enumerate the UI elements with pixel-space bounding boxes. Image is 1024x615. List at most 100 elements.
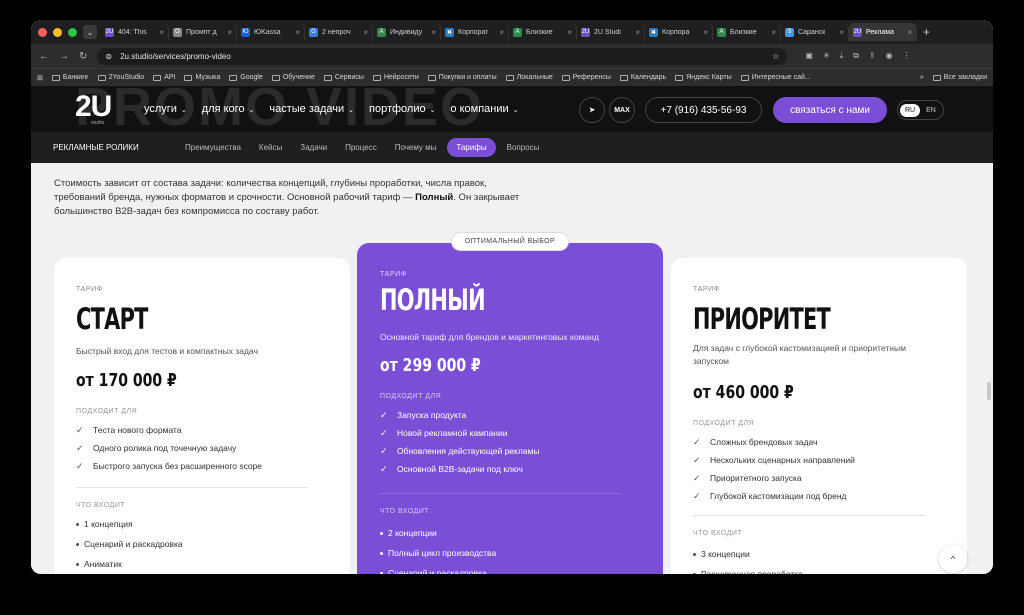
browser-tab[interactable]: A Близкие × [713,23,781,41]
bookmark-item[interactable]: Сервисы [323,74,364,81]
fits-for-label: ПОДХОДИТ ДЛЯ [380,393,442,400]
bookmark-item[interactable]: API [153,74,175,81]
browser-tab[interactable]: 2U 2U Studi × [577,23,645,41]
tab-search-icon[interactable]: ⌄ [83,25,97,39]
list-item-label: Запуска продукта [397,410,467,420]
browser-tab[interactable]: ✖ Корпора × [645,23,713,41]
close-tab-icon[interactable]: × [363,28,368,37]
apps-grid-icon[interactable]: ⊞ [37,74,43,82]
folder-icon [153,74,162,81]
list-item-label: Быстрого запуска без расширенного scope [93,461,263,471]
browser-tab[interactable]: 2U Реклама × [849,23,917,41]
section-nav-item[interactable]: Процесс [338,139,384,156]
close-tab-icon[interactable]: × [159,28,164,37]
more-bookmarks-icon[interactable]: » [920,74,924,81]
new-tab-icon[interactable]: + [917,25,930,39]
plan-price: от 170 000 ₽ [76,370,177,391]
menu-item[interactable]: портфолио ⌄ [369,103,435,115]
bookmark-item[interactable]: Музыка [184,74,220,81]
menu-item[interactable]: для кого ⌄ [202,103,255,115]
browser-tab[interactable]: O Промпт д × [169,23,237,41]
section-nav-item[interactable]: Задачи [293,139,334,156]
bullet-icon [380,531,383,535]
section-nav-item[interactable]: Почему мы [388,139,444,156]
zoom-window-button[interactable] [68,27,77,37]
download-icon[interactable]: ⤓ [840,51,844,61]
bookmark-item[interactable]: Банкинг [51,74,89,81]
bookmark-item[interactable]: Яндекс Карты [675,74,732,81]
browser-tab[interactable]: G 2 непроч × [305,23,373,41]
contact-us-button[interactable]: связаться с нами [773,97,887,123]
bookmark-item[interactable]: Google [229,74,263,81]
bookmark-item[interactable]: Календарь [619,74,666,81]
list-item-label: Сценарий и раскадровка [388,568,487,574]
extension-icon[interactable]: ▣ [805,51,813,61]
share-icon[interactable]: ⇪ [869,51,876,61]
back-icon[interactable]: ← [39,51,49,62]
menu-item-label: портфолио [369,103,426,115]
divider [76,487,308,488]
bookmark-item[interactable]: Интересные сай... [740,74,811,81]
close-tab-icon[interactable]: × [227,28,232,37]
close-tab-icon[interactable]: × [839,28,844,37]
tab-title: Корпорат [458,28,489,36]
telegram-icon[interactable]: ➤ [579,97,605,123]
section-nav-item[interactable]: Вопросы [500,139,547,156]
close-tab-icon[interactable]: × [567,28,572,37]
kebab-menu-icon[interactable]: ⋮ [903,51,911,61]
puzzle-icon[interactable]: ⧉ [853,51,859,61]
close-tab-icon[interactable]: × [295,28,300,37]
close-tab-icon[interactable]: × [771,28,776,37]
reload-icon[interactable]: ↻ [79,51,87,62]
menu-item[interactable]: о компании ⌄ [450,103,518,115]
folder-icon [271,74,280,81]
site-logo[interactable]: 2U [75,90,112,124]
menu-item[interactable]: услуги ⌄ [144,103,187,115]
max-messenger-button[interactable]: MAX [609,97,635,123]
close-tab-icon[interactable]: × [703,28,708,37]
close-tab-icon[interactable]: × [499,28,504,37]
pricing-intro: Стоимость зависит от состава задачи: кол… [54,177,594,219]
includes-label: ЧТО ВХОДИТ [693,530,743,537]
scroll-to-top-button[interactable]: ^ [939,545,967,573]
bookmark-label: Музыка [195,74,221,81]
bookmark-item[interactable]: 2YouStudio [97,74,144,81]
avatar[interactable]: ◉ [886,51,893,61]
minimize-window-button[interactable] [53,27,62,37]
close-window-button[interactable] [38,27,47,37]
close-tab-icon[interactable]: × [907,28,912,37]
site-info-icon[interactable]: ⊜ [105,52,112,61]
section-nav-item[interactable]: Преимущества [178,139,248,156]
address-bar[interactable]: ⊜ 2u.studio/services/promo-video ☆ [97,47,788,65]
browser-tab[interactable]: A Индивиду × [373,23,441,41]
includes-list: 1 концепция Сценарий и раскадровка Анимати… [76,514,183,574]
bookmark-item[interactable]: Нейросети [372,74,419,81]
lang-en[interactable]: EN [923,104,939,117]
folder-icon [932,74,941,81]
extension-icon[interactable]: ✳ [823,51,830,61]
menu-item[interactable]: частые задачи ⌄ [269,103,354,115]
browser-tab[interactable]: A Близкие × [509,23,577,41]
bookmark-item[interactable]: Референсы [561,74,611,81]
browser-tab[interactable]: Ю ЮKassa × [237,23,305,41]
close-tab-icon[interactable]: × [635,28,640,37]
phone-button[interactable]: +7 (916) 435-56-93 [645,97,762,123]
section-nav-items: Преимущества Кейсы Задачи Процесс Почему мы Т… [178,138,546,157]
bookmark-item[interactable]: Обучение [271,74,315,81]
folder-icon [323,74,332,81]
browser-tab[interactable]: S Саранск × [781,23,849,41]
bookmark-label: Сервисы [334,74,364,81]
bookmark-item[interactable]: Локальные [505,74,553,81]
bookmark-star-icon[interactable]: ☆ [772,52,779,61]
all-bookmarks[interactable]: Все закладки [932,74,987,81]
tab-title: ЮKassa [254,28,281,36]
scrollbar-thumb[interactable] [987,382,991,400]
browser-tab[interactable]: 2U 404: This × [101,23,169,41]
close-tab-icon[interactable]: × [431,28,436,37]
section-nav-item[interactable]: Тарифы [447,138,496,157]
lang-ru[interactable]: RU [900,103,921,117]
browser-tab[interactable]: ✖ Корпорат × [441,23,509,41]
forward-icon[interactable]: → [59,51,69,62]
bookmark-item[interactable]: Покупки и оплаты [427,74,497,81]
section-nav-item[interactable]: Кейсы [252,139,289,156]
